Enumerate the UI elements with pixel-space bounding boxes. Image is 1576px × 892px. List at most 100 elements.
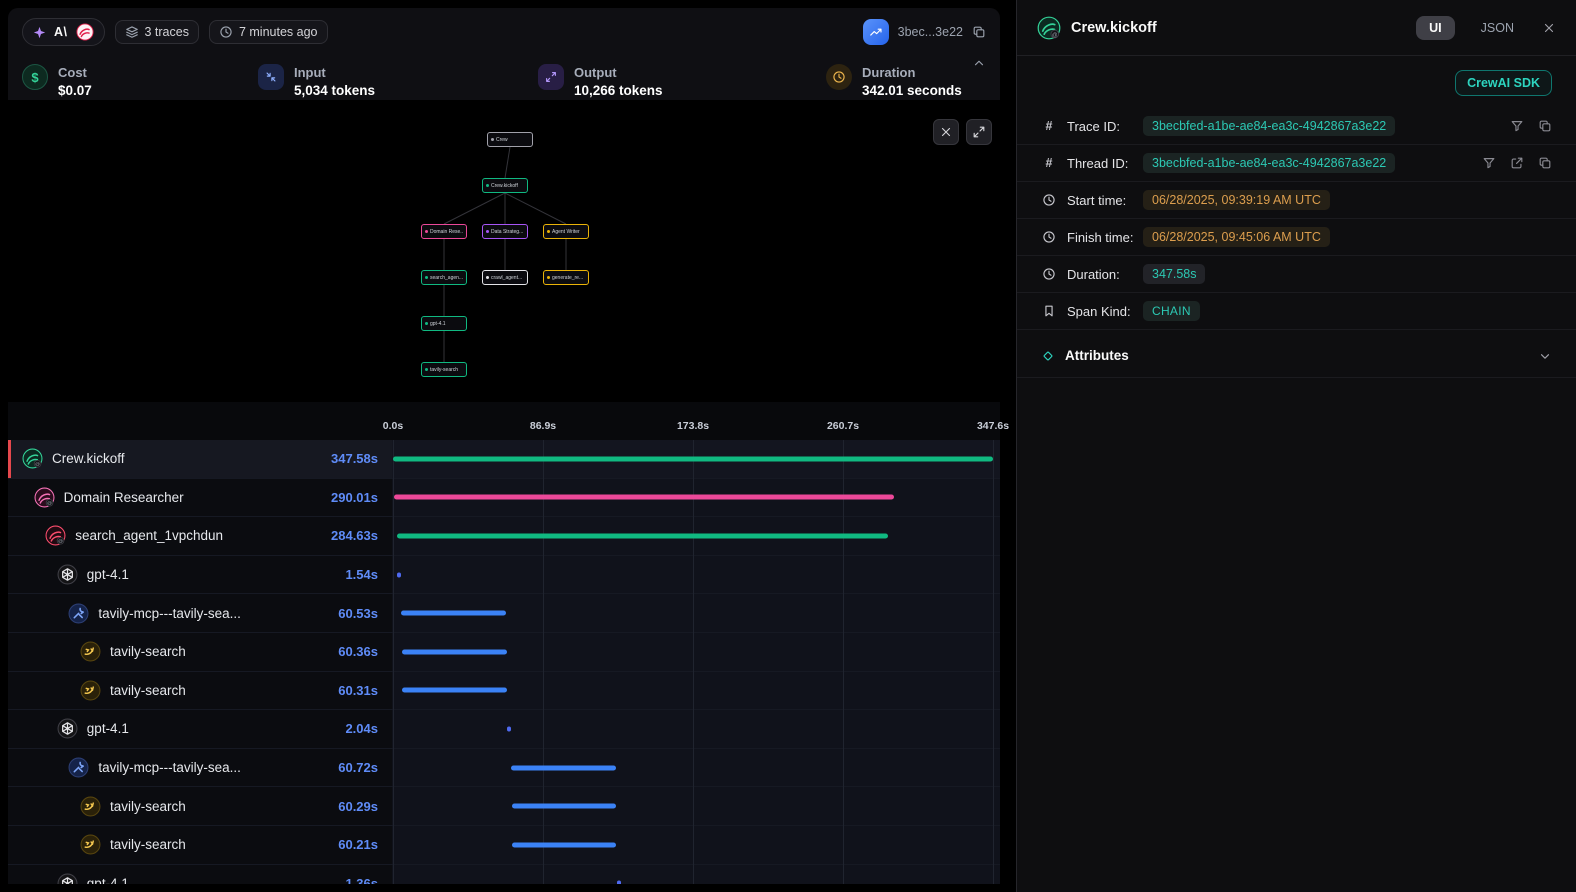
row-timeline [392,710,1000,748]
trace-age-badge[interactable]: 7 minutes ago [209,20,328,44]
row-name-cell[interactable]: tavily-search 60.21s [8,826,392,864]
row-name-cell[interactable]: tavily-mcp---tavily-sea... 60.53s [8,594,392,632]
trace-row[interactable]: tavily-mcp---tavily-sea... 60.72s [8,749,1000,788]
row-timeline [392,594,1000,632]
row-duration: 2.04s [345,721,392,736]
row-name-cell[interactable]: tavily-search 60.36s [8,633,392,671]
graph-node-kickoff[interactable]: Crew.kickoff [482,178,528,193]
trace-row[interactable]: tavily-search 60.29s [8,787,1000,826]
row-duration: 60.21s [338,837,392,852]
row-name-cell[interactable]: gpt-4.1 1.54s [8,556,392,594]
graph-node-report[interactable]: generate_re... [543,270,589,285]
span-bar[interactable] [393,456,993,461]
field-actions [1510,119,1552,133]
expand-graph-button[interactable] [966,119,992,145]
trace-row[interactable]: tavily-search 60.36s [8,633,1000,672]
stat-input: Input 5,034 tokens [258,64,538,100]
timeline-axis: 0.0s86.9s173.8s260.7s347.6s [8,402,1000,440]
row-name-cell[interactable]: gpt-4.1 2.04s [8,710,392,748]
span-bar[interactable] [397,533,888,538]
trace-row[interactable]: gpt-4.1 2.04s [8,710,1000,749]
external-icon[interactable] [1510,156,1524,170]
span-bar[interactable] [617,881,621,884]
row-duration: 60.36s [338,644,392,659]
trace-row[interactable]: gpt-4.1 1.36s [8,865,1000,884]
input-tokens-icon [258,64,284,90]
trace-row[interactable]: @ Domain Researcher 290.01s [8,479,1000,518]
detail-field: Duration: 347.58s [1017,256,1576,293]
field-value: 347.58s [1143,264,1205,284]
row-timeline [392,556,1000,594]
span-bar[interactable] [401,611,505,616]
graph-node-tavily[interactable]: tavily-search [421,362,467,377]
span-bar[interactable] [512,842,616,847]
row-timeline [392,865,1000,884]
topbar-right-group: 3bec...3e22 [863,19,986,45]
row-name-cell[interactable]: tavily-mcp---tavily-sea... 60.72s [8,749,392,787]
attributes-section-toggle[interactable]: Attributes [1017,334,1576,378]
graph-node-search[interactable]: search_agen... [421,270,467,285]
axis-tick-label: 347.6s [977,420,1009,432]
row-name-cell[interactable]: tavily-search 60.31s [8,672,392,710]
span-bar[interactable] [507,726,511,731]
graph-node-gpt[interactable]: gpt-4.1 [421,316,467,331]
span-bar[interactable] [402,649,506,654]
tab-ui[interactable]: UI [1416,16,1455,40]
collapse-stats-icon[interactable] [972,56,986,73]
cost-value: $0.07 [58,83,92,98]
span-bar[interactable] [397,572,401,577]
span-bar[interactable] [394,495,895,500]
attributes-icon [1041,349,1055,363]
axis-tick-label: 0.0s [383,420,403,432]
trace-header-card: A\ 3 traces 7 minutes ago 3bec...3e22 [8,8,1000,100]
row-label: Domain Researcher [64,490,184,505]
chevron-down-icon[interactable] [1538,349,1552,363]
row-label: Crew.kickoff [52,451,125,466]
trace-row[interactable]: gpt-4.1 1.54s [8,556,1000,595]
stat-output: Output 10,266 tokens [538,64,826,100]
traces-count-badge[interactable]: 3 traces [115,20,199,44]
crew-pink-icon: @ [34,487,55,508]
tools-icon [68,603,89,624]
filter-icon[interactable] [1510,119,1524,133]
row-duration: 284.63s [331,528,392,543]
graph-node-strategist[interactable]: Data Strateg... [482,224,528,239]
graph-node-coach[interactable]: crawl_agent... [482,270,528,285]
trace-row[interactable]: tavily-mcp---tavily-sea... 60.53s [8,594,1000,633]
graph-node-writer[interactable]: Agent Writer [543,224,589,239]
close-panel-icon[interactable] [1542,21,1556,35]
anthropic-logo: A\ [54,25,68,39]
trace-stats-row: $ Cost $0.07 Input 5,034 tokens [8,56,1000,100]
tab-json[interactable]: JSON [1481,21,1514,35]
detail-header: @ Crew.kickoff UI JSON [1017,0,1576,56]
clock-icon [1041,230,1057,244]
row-name-cell[interactable]: @ Domain Researcher 290.01s [8,479,392,517]
filter-icon[interactable] [1482,156,1496,170]
field-label: Start time: [1067,193,1143,208]
crew-span-icon: @ [1037,16,1061,40]
span-bar[interactable] [402,688,506,693]
span-bar[interactable] [511,765,616,770]
graph-node-crew[interactable]: Crew [487,132,533,147]
trace-row[interactable]: @ Crew.kickoff 347.58s [8,440,1000,479]
trace-row[interactable]: tavily-search 60.31s [8,672,1000,711]
trend-chart-button[interactable] [863,19,889,45]
waterfall-rows: @ Crew.kickoff 347.58s @ Domain Research… [8,440,1000,884]
copy-icon[interactable] [972,25,986,39]
field-value: 06/28/2025, 09:39:19 AM UTC [1143,190,1330,210]
graph-node-domain[interactable]: Domain Rese... [421,224,467,239]
copy-icon[interactable] [1538,119,1552,133]
row-timeline [392,787,1000,825]
copy-icon[interactable] [1538,156,1552,170]
trace-row[interactable]: tavily-search 60.21s [8,826,1000,865]
row-name-cell[interactable]: gpt-4.1 1.36s [8,865,392,884]
axis-tick-label: 86.9s [530,420,556,432]
row-name-cell[interactable]: @ Crew.kickoff 347.58s [8,440,392,478]
row-name-cell[interactable]: tavily-search 60.29s [8,787,392,825]
row-name-cell[interactable]: @ search_agent_1vpchdun 284.63s [8,517,392,555]
trace-row[interactable]: @ search_agent_1vpchdun 284.63s [8,517,1000,556]
cost-label: Cost [58,65,92,80]
close-graph-button[interactable] [933,119,959,145]
detail-field: Start time: 06/28/2025, 09:39:19 AM UTC [1017,182,1576,219]
span-bar[interactable] [512,804,616,809]
